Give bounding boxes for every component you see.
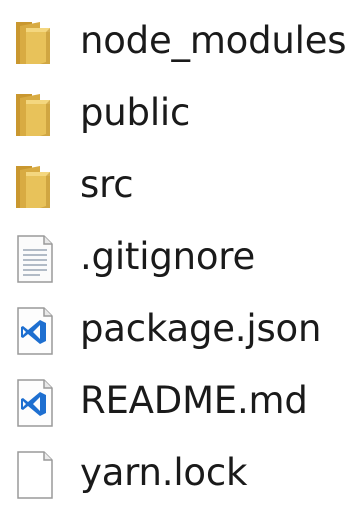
file-item-gitignore[interactable]: .gitignore — [0, 230, 360, 286]
vscode-file-icon — [10, 378, 58, 428]
file-item-readme-md[interactable]: README.md — [0, 374, 360, 430]
file-name: src — [80, 163, 134, 206]
file-item-public[interactable]: public — [0, 86, 360, 142]
file-item-package-json[interactable]: package.json — [0, 302, 360, 358]
file-item-src[interactable]: src — [0, 158, 360, 214]
file-name: yarn.lock — [80, 451, 248, 494]
folder-icon — [10, 18, 58, 68]
file-name: package.json — [80, 307, 322, 350]
file-item-node-modules[interactable]: node_modules — [0, 14, 360, 70]
file-name: public — [80, 91, 191, 134]
folder-icon — [10, 90, 58, 140]
file-item-yarn-lock[interactable]: yarn.lock — [0, 446, 360, 502]
text-file-icon — [10, 234, 58, 284]
vscode-file-icon — [10, 306, 58, 356]
file-list: node_modules public src .gitignore packa… — [0, 0, 360, 509]
file-name: README.md — [80, 379, 308, 422]
blank-file-icon — [10, 450, 58, 500]
folder-icon — [10, 162, 58, 212]
file-name: node_modules — [80, 19, 347, 62]
file-name: .gitignore — [80, 235, 256, 278]
